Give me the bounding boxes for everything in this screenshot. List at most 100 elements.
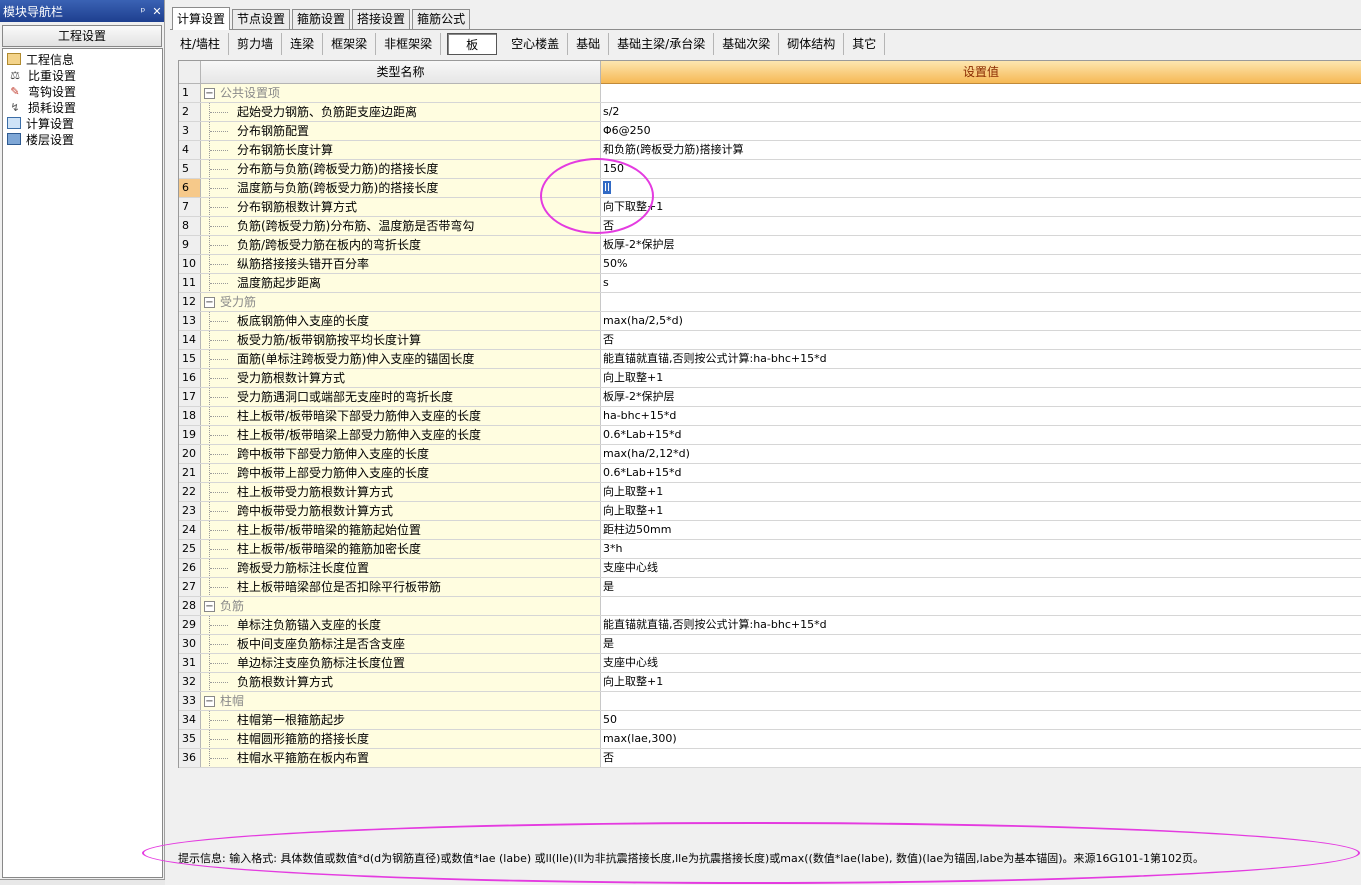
row-number[interactable]: 15 <box>179 350 201 368</box>
value-cell[interactable]: 向上取整+1 <box>601 673 1361 691</box>
table-row[interactable]: 30 板中间支座负筋标注是否含支座 是 <box>179 635 1361 654</box>
name-cell[interactable]: − 柱帽 <box>201 692 601 710</box>
value-cell[interactable]: 3*h <box>601 540 1361 558</box>
value-cell[interactable]: ll <box>601 179 1361 197</box>
table-row[interactable]: 18 柱上板带/板带暗梁下部受力筋伸入支座的长度 ha-bhc+15*d <box>179 407 1361 426</box>
name-cell[interactable]: 板底钢筋伸入支座的长度 <box>201 312 601 330</box>
value-cell[interactable]: max(lae,300) <box>601 730 1361 748</box>
value-cell[interactable]: Φ6@250 <box>601 122 1361 140</box>
nav-section-header[interactable]: 工程设置 <box>2 25 162 47</box>
component-tab[interactable]: 柱/墙柱 <box>172 33 230 55</box>
group-row[interactable]: 33− 柱帽 <box>179 692 1361 711</box>
nav-item[interactable]: 工程信息 <box>3 51 162 67</box>
row-number[interactable]: 24 <box>179 521 201 539</box>
name-cell[interactable]: 负筋根数计算方式 <box>201 673 601 691</box>
row-number[interactable]: 36 <box>179 749 201 767</box>
name-cell[interactable]: 温度筋与负筋(跨板受力筋)的搭接长度 <box>201 179 601 197</box>
row-number[interactable]: 14 <box>179 331 201 349</box>
table-row[interactable]: 5 分布筋与负筋(跨板受力筋)的搭接长度 150 <box>179 160 1361 179</box>
name-cell[interactable]: 负筋/跨板受力筋在板内的弯折长度 <box>201 236 601 254</box>
name-cell[interactable]: 板受力筋/板带钢筋按平均长度计算 <box>201 331 601 349</box>
name-cell[interactable]: 柱帽圆形箍筋的搭接长度 <box>201 730 601 748</box>
row-number[interactable]: 5 <box>179 160 201 178</box>
value-cell[interactable]: 能直锚就直锚,否则按公式计算:ha-bhc+15*d <box>601 350 1361 368</box>
row-number[interactable]: 22 <box>179 483 201 501</box>
value-cell[interactable]: 否 <box>601 217 1361 235</box>
row-number[interactable]: 35 <box>179 730 201 748</box>
group-row[interactable]: 28− 负筋 <box>179 597 1361 616</box>
row-number[interactable]: 3 <box>179 122 201 140</box>
name-cell[interactable]: 起始受力钢筋、负筋距支座边距离 <box>201 103 601 121</box>
table-row[interactable]: 22 柱上板带受力筋根数计算方式 向上取整+1 <box>179 483 1361 502</box>
table-row[interactable]: 32 负筋根数计算方式 向上取整+1 <box>179 673 1361 692</box>
group-row[interactable]: 12− 受力筋 <box>179 293 1361 312</box>
table-row[interactable]: 14 板受力筋/板带钢筋按平均长度计算 否 <box>179 331 1361 350</box>
tab[interactable]: 箍筋公式 <box>412 9 471 29</box>
row-number[interactable]: 7 <box>179 198 201 216</box>
value-cell[interactable]: 板厚-2*保护层 <box>601 236 1361 254</box>
table-row[interactable]: 17 受力筋遇洞口或端部无支座时的弯折长度 板厚-2*保护层 <box>179 388 1361 407</box>
table-row[interactable]: 21 跨中板带上部受力筋伸入支座的长度 0.6*Lab+15*d <box>179 464 1361 483</box>
value-cell[interactable]: 是 <box>601 635 1361 653</box>
table-row[interactable]: 8 负筋(跨板受力筋)分布筋、温度筋是否带弯勾 否 <box>179 217 1361 236</box>
name-cell[interactable]: 板中间支座负筋标注是否含支座 <box>201 635 601 653</box>
name-cell[interactable]: 柱上板带/板带暗梁上部受力筋伸入支座的长度 <box>201 426 601 444</box>
row-number[interactable]: 12 <box>179 293 201 311</box>
table-row[interactable]: 3 分布钢筋配置 Φ6@250 <box>179 122 1361 141</box>
value-cell[interactable]: max(ha/2,12*d) <box>601 445 1361 463</box>
row-number[interactable]: 1 <box>179 84 201 102</box>
tab[interactable]: 节点设置 <box>232 9 291 29</box>
name-cell[interactable]: − 负筋 <box>201 597 601 615</box>
row-number[interactable]: 26 <box>179 559 201 577</box>
table-row[interactable]: 15 面筋(单标注跨板受力筋)伸入支座的锚固长度 能直锚就直锚,否则按公式计算:ha… <box>179 350 1361 369</box>
row-number[interactable]: 19 <box>179 426 201 444</box>
table-row[interactable]: 10 纵筋搭接接头错开百分率 50% <box>179 255 1361 274</box>
component-tab[interactable]: 基础次梁 <box>714 33 780 55</box>
value-cell[interactable]: s/2 <box>601 103 1361 121</box>
value-cell[interactable]: 和负筋(跨板受力筋)搭接计算 <box>601 141 1361 159</box>
nav-item[interactable]: ⚖ 比重设置 <box>3 67 162 83</box>
value-cell[interactable]: 能直锚就直锚,否则按公式计算:ha-bhc+15*d <box>601 616 1361 634</box>
table-row[interactable]: 4 分布钢筋长度计算 和负筋(跨板受力筋)搭接计算 <box>179 141 1361 160</box>
name-cell[interactable]: 柱上板带暗梁部位是否扣除平行板带筋 <box>201 578 601 596</box>
table-row[interactable]: 35 柱帽圆形箍筋的搭接长度 max(lae,300) <box>179 730 1361 749</box>
value-cell[interactable]: 距柱边50mm <box>601 521 1361 539</box>
row-number[interactable]: 6 <box>179 179 201 197</box>
row-number[interactable]: 18 <box>179 407 201 425</box>
table-row[interactable]: 31 单边标注支座负筋标注长度位置 支座中心线 <box>179 654 1361 673</box>
component-tab[interactable]: 非框架梁 <box>376 33 442 55</box>
tab[interactable]: 搭接设置 <box>352 9 411 29</box>
name-cell[interactable]: 柱上板带/板带暗梁的箍筋起始位置 <box>201 521 601 539</box>
collapse-icon[interactable]: − <box>204 296 215 308</box>
component-tab[interactable]: 板 <box>447 33 498 55</box>
table-row[interactable]: 27 柱上板带暗梁部位是否扣除平行板带筋 是 <box>179 578 1361 597</box>
name-cell[interactable]: 受力筋遇洞口或端部无支座时的弯折长度 <box>201 388 601 406</box>
name-cell[interactable]: 跨中板带受力筋根数计算方式 <box>201 502 601 520</box>
table-row[interactable]: 19 柱上板带/板带暗梁上部受力筋伸入支座的长度 0.6*Lab+15*d <box>179 426 1361 445</box>
component-tab[interactable]: 连梁 <box>282 33 324 55</box>
row-number[interactable]: 33 <box>179 692 201 710</box>
value-cell[interactable]: ha-bhc+15*d <box>601 407 1361 425</box>
row-number[interactable]: 17 <box>179 388 201 406</box>
value-cell[interactable]: 支座中心线 <box>601 654 1361 672</box>
name-cell[interactable]: 分布筋与负筋(跨板受力筋)的搭接长度 <box>201 160 601 178</box>
value-cell[interactable]: 向上取整+1 <box>601 369 1361 387</box>
column-header-name[interactable]: 类型名称 <box>201 61 601 84</box>
table-row[interactable]: 7 分布钢筋根数计算方式 向下取整+1 <box>179 198 1361 217</box>
row-number[interactable]: 20 <box>179 445 201 463</box>
component-tab[interactable]: 框架梁 <box>323 33 377 55</box>
table-row[interactable]: 26 跨板受力筋标注长度位置 支座中心线 <box>179 559 1361 578</box>
name-cell[interactable]: 温度筋起步距离 <box>201 274 601 292</box>
name-cell[interactable]: 跨中板带下部受力筋伸入支座的长度 <box>201 445 601 463</box>
component-tab[interactable]: 空心楼盖 <box>503 33 569 55</box>
value-cell[interactable]: 向上取整+1 <box>601 483 1361 501</box>
name-cell[interactable]: 柱帽第一根箍筋起步 <box>201 711 601 729</box>
tab[interactable]: 箍筋设置 <box>292 9 351 29</box>
name-cell[interactable]: 负筋(跨板受力筋)分布筋、温度筋是否带弯勾 <box>201 217 601 235</box>
nav-item[interactable]: 计算设置 <box>3 115 162 131</box>
nav-item[interactable]: ✎ 弯钩设置 <box>3 83 162 99</box>
table-row[interactable]: 25 柱上板带/板带暗梁的箍筋加密长度 3*h <box>179 540 1361 559</box>
value-cell[interactable]: 0.6*Lab+15*d <box>601 464 1361 482</box>
name-cell[interactable]: 纵筋搭接接头错开百分率 <box>201 255 601 273</box>
name-cell[interactable]: 分布钢筋配置 <box>201 122 601 140</box>
